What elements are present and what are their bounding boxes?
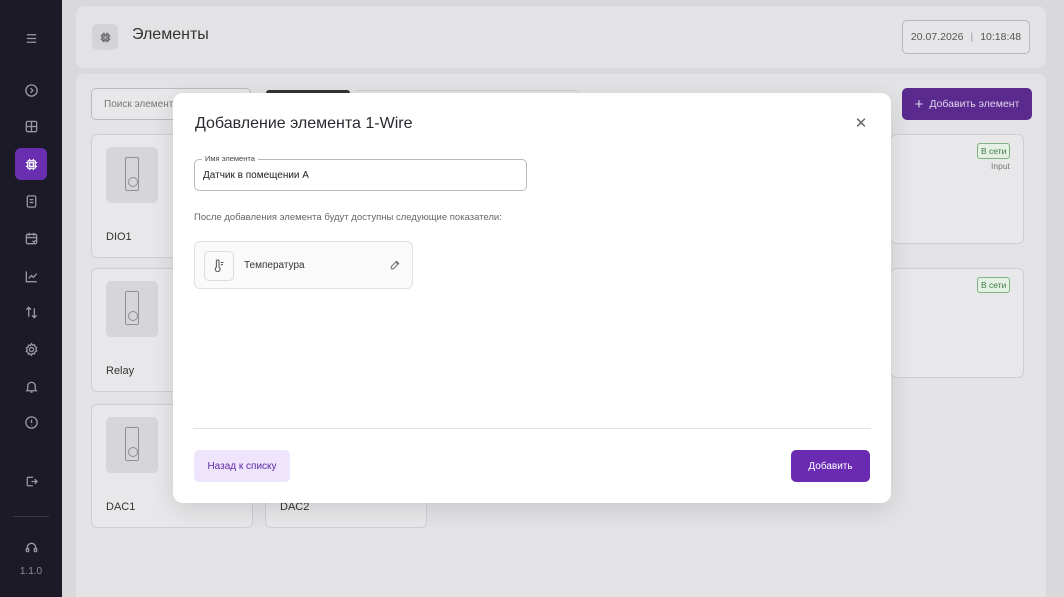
element-name-field[interactable]: Имя элемента: [194, 154, 527, 191]
page-title: Элементы: [132, 26, 209, 43]
thermometer-icon: [204, 251, 234, 281]
status-badge: В сети: [977, 277, 1011, 293]
page-header: Элементы 20.07.2026 | 10:18:48: [76, 6, 1046, 68]
logout-icon[interactable]: [15, 465, 47, 497]
element-card[interactable]: В сети Input: [890, 134, 1024, 244]
time-value: 10:18:48: [980, 31, 1022, 43]
arrow-circle-icon[interactable]: [15, 74, 47, 106]
settings-icon[interactable]: [15, 333, 47, 365]
dialog-title: Добавление элемента 1-Wire: [195, 115, 413, 132]
add-element-label: Добавить элемент: [929, 98, 1020, 110]
add-element-button[interactable]: + Добавить элемент: [902, 88, 1032, 120]
status-badge: В сети: [977, 143, 1011, 159]
back-to-list-button[interactable]: Назад к списку: [194, 450, 290, 482]
element-card-name: DIO1: [106, 231, 132, 243]
metrics-hint: После добавления элемента будут доступны…: [194, 212, 502, 223]
support-icon[interactable]: [15, 531, 47, 563]
element-card[interactable]: В сети: [890, 268, 1024, 378]
calendar-icon[interactable]: [15, 222, 47, 254]
dashboard-icon[interactable]: [15, 110, 47, 142]
element-name-label: Имя элемента: [202, 154, 258, 163]
transfer-icon[interactable]: [15, 296, 47, 328]
element-card-name: DAC1: [106, 501, 136, 513]
element-name-input[interactable]: [203, 167, 513, 183]
chip-icon: [92, 24, 118, 50]
device-thumbnail: [106, 281, 158, 337]
bell-icon[interactable]: [15, 370, 47, 402]
chip-icon[interactable]: [15, 148, 47, 180]
document-icon[interactable]: [15, 185, 47, 217]
sidebar: 1.1.0: [0, 0, 62, 597]
plus-icon: +: [914, 95, 924, 113]
element-card-name: Relay: [106, 365, 135, 377]
metric-card: Температура: [194, 241, 413, 289]
chart-icon[interactable]: [15, 260, 47, 292]
device-thumbnail: [106, 147, 158, 203]
close-icon[interactable]: ✕: [851, 113, 871, 133]
sidebar-divider: [13, 516, 49, 517]
io-type-label: Input: [991, 161, 1010, 171]
date-value: 20.07.2026: [910, 31, 964, 43]
add-button[interactable]: Добавить: [791, 450, 870, 482]
datetime-separator: |: [970, 31, 974, 43]
info-icon[interactable]: [15, 406, 47, 438]
metric-name: Температура: [244, 260, 305, 271]
edit-icon[interactable]: [388, 258, 402, 272]
dialog-divider: [193, 428, 871, 429]
app-version: 1.1.0: [19, 566, 43, 577]
datetime-display: 20.07.2026 | 10:18:48: [902, 20, 1030, 54]
add-element-dialog: Добавление элемента 1-Wire ✕ Имя элемент…: [173, 93, 891, 503]
device-thumbnail: [106, 417, 158, 473]
menu-icon[interactable]: [15, 22, 47, 54]
